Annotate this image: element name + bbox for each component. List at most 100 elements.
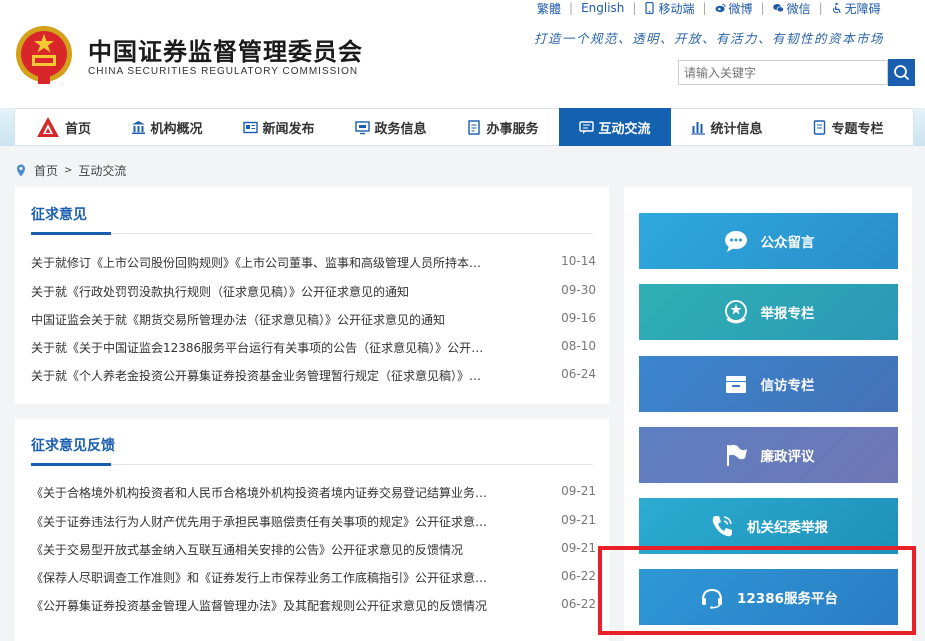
- nav-topics[interactable]: 专题专栏: [783, 109, 913, 145]
- breadcrumb: 首页 > 互动交流: [16, 162, 126, 179]
- monitor-icon: [355, 120, 371, 134]
- nav-interaction-label: 互动交流: [598, 121, 651, 137]
- list-item-title[interactable]: 《关于证券违法行为人财产优先用于承担民事赔偿责任有关事项的规定》公开征求意见的反…: [31, 513, 491, 530]
- report-column-button[interactable]: 举报专栏: [639, 284, 898, 340]
- list-item[interactable]: 关于就《关于中国证监会12386服务平台运行有关事项的公告（征求意见稿）》公开征…: [31, 339, 596, 357]
- nav-news-label: 新闻发布: [262, 121, 315, 137]
- document-list-icon: [468, 119, 481, 135]
- nav-home-label: 首页: [64, 121, 91, 137]
- list-item-date: 09-21: [561, 513, 596, 527]
- top-links: 繁體 | English | 移动端 | 微博 | 微信 | 无障碍: [537, 0, 881, 17]
- list-item[interactable]: 关于就《行政处罚罚没款执行规则（征求意见稿）》公开征求意见的通知 09-30: [31, 283, 596, 301]
- english-link[interactable]: English: [581, 1, 624, 15]
- list-item-title[interactable]: 《保荐人尽职调查工作准则》和《证券发行上市保荐业务工作底稿指引》公开征求意见的反…: [31, 569, 491, 586]
- list-item-title[interactable]: 关于就《行政处罚罚没款执行规则（征求意见稿）》公开征求意见的通知: [31, 283, 491, 300]
- nav-gov-info-label: 政务信息: [374, 121, 427, 137]
- integrity-review-label: 廉政评议: [760, 449, 815, 465]
- integrity-review-button[interactable]: 廉政评议: [639, 427, 898, 483]
- list-item-title[interactable]: 关于就《个人养老金投资公开募集证券投资基金业务管理暂行规定（征求意见稿）》公开征…: [31, 367, 491, 384]
- list-item[interactable]: 关于就修订《上市公司股份回购规则》《上市公司董事、监事和高级管理人员所持本公司股…: [31, 254, 596, 272]
- newspaper-icon: [243, 121, 259, 133]
- site-subtitle: CHINA SECURITIES REGULATORY COMMISSION: [88, 66, 359, 77]
- list-item-title[interactable]: 《公开募集证券投资基金管理人监督管理办法》及其配套规则公开征求意见的反馈情况: [31, 597, 491, 614]
- slogan: 打造一个规范、透明、开放、有活力、有韧性的资本市场: [534, 31, 885, 46]
- file-icon: [814, 119, 826, 135]
- traditional-chinese-link[interactable]: 繁體: [537, 0, 561, 17]
- accessibility-label: 无障碍: [844, 1, 881, 16]
- list-item[interactable]: 关于就《个人养老金投资公开募集证券投资基金业务管理暂行规定（征求意见稿）》公开征…: [31, 367, 596, 385]
- mobile-icon: [645, 2, 655, 14]
- discipline-report-label: 机关纪委举报: [747, 520, 828, 536]
- list-item-date: 06-22: [561, 569, 596, 583]
- divider: [31, 464, 593, 465]
- mobile-link[interactable]: 移动端: [644, 0, 694, 17]
- report-column-label: 举报专栏: [760, 306, 815, 322]
- nav-gov-info[interactable]: 政务信息: [335, 109, 447, 145]
- inbox-icon: [725, 376, 746, 393]
- wechat-icon: [772, 3, 784, 13]
- divider: [31, 233, 593, 234]
- list-item-date: 09-30: [561, 283, 596, 297]
- petition-column-label: 信访专栏: [760, 378, 815, 394]
- breadcrumb-current[interactable]: 互动交流: [78, 162, 126, 179]
- site-header: 中国证券监督管理委员会 CHINA SECURITIES REGULATORY …: [0, 0, 925, 108]
- accessibility-link[interactable]: 无障碍: [831, 0, 881, 17]
- weibo-label: 微博: [728, 1, 753, 16]
- title-underline: [31, 463, 111, 466]
- list-item[interactable]: 《关于证券违法行为人财产优先用于承担民事赔偿责任有关事项的规定》公开征求意见的反…: [31, 513, 596, 531]
- title-underline: [31, 232, 111, 235]
- building-icon: [132, 120, 146, 134]
- list-item[interactable]: 《关于交易型开放式基金纳入互联互通相关安排的公告》公开征求意见的反馈情况 09-…: [31, 541, 596, 559]
- nav-services[interactable]: 办事服务: [447, 109, 559, 145]
- nav-services-label: 办事服务: [486, 121, 539, 137]
- petition-column-button[interactable]: 信访专栏: [639, 356, 898, 412]
- csrc-logo-icon: [36, 117, 59, 137]
- nav-about[interactable]: 机构概况: [111, 109, 223, 145]
- list-item-title[interactable]: 中国证监会关于就《期货交易所管理办法（征求意见稿）》公开征求意见的通知: [31, 311, 491, 328]
- search-button[interactable]: [888, 59, 915, 86]
- list-item[interactable]: 《关于合格境外机构投资者和人民币合格境外机构投资者境内证券交易登记结算业务实施细…: [31, 484, 596, 502]
- feedback-title[interactable]: 征求意见反馈: [31, 435, 115, 455]
- list-item-title[interactable]: 《关于交易型开放式基金纳入互联互通相关安排的公告》公开征求意见的反馈情况: [31, 541, 491, 558]
- list-item-date: 10-14: [561, 254, 596, 268]
- list-item-title[interactable]: 关于就修订《上市公司股份回购规则》《上市公司董事、监事和高级管理人员所持本公司股…: [31, 254, 491, 271]
- list-item-title[interactable]: 关于就《关于中国证监会12386服务平台运行有关事项的公告（征求意见稿）》公开征…: [31, 339, 491, 356]
- wechat-label: 微信: [786, 1, 811, 16]
- list-item-date: 09-21: [561, 484, 596, 498]
- mobile-label: 移动端: [658, 1, 695, 16]
- solicit-panel: 征求意见 关于就修订《上市公司股份回购规则》《上市公司董事、监事和高级管理人员所…: [15, 187, 609, 404]
- list-item[interactable]: 中国证监会关于就《期货交易所管理办法（征求意见稿）》公开征求意见的通知 09-1…: [31, 311, 596, 329]
- chat-icon: [579, 120, 595, 134]
- nav-news[interactable]: 新闻发布: [223, 109, 335, 145]
- public-message-button[interactable]: 公众留言: [639, 213, 898, 269]
- national-emblem-icon[interactable]: [14, 24, 74, 88]
- breadcrumb-separator: >: [64, 165, 73, 176]
- highlight-box: [598, 546, 916, 635]
- weibo-link[interactable]: 微博: [714, 0, 753, 17]
- list-item[interactable]: 《公开募集证券投资基金管理人监督管理办法》及其配套规则公开征求意见的反馈情况 0…: [31, 597, 596, 615]
- nav-interaction[interactable]: 互动交流: [559, 108, 671, 146]
- list-item[interactable]: 《保荐人尽职调查工作准则》和《证券发行上市保荐业务工作底稿指引》公开征求意见的反…: [31, 569, 596, 587]
- public-message-label: 公众留言: [760, 235, 815, 251]
- phone-icon: [712, 516, 732, 537]
- main-nav: 首页 机构概况 新闻发布 政务信息 办事服务 互动交流 统计信息 专题专栏: [14, 108, 914, 146]
- feedback-panel: 征求意见反馈 《关于合格境外机构投资者和人民币合格境外机构投资者境内证券交易登记…: [15, 419, 609, 641]
- list-item-date: 08-10: [561, 339, 596, 353]
- list-item-date: 09-21: [561, 541, 596, 555]
- breadcrumb-home[interactable]: 首页: [34, 162, 58, 179]
- wechat-link[interactable]: 微信: [772, 0, 811, 17]
- nav-statistics-label: 统计信息: [710, 121, 763, 137]
- weibo-icon: [714, 3, 726, 13]
- nav-about-label: 机构概况: [150, 121, 203, 137]
- nav-topics-label: 专题专栏: [831, 121, 884, 137]
- list-item-title[interactable]: 《关于合格境外机构投资者和人民币合格境外机构投资者境内证券交易登记结算业务实施细…: [31, 484, 491, 501]
- list-item-date: 06-24: [561, 367, 596, 381]
- search-icon: [894, 65, 910, 81]
- search-input[interactable]: [678, 60, 888, 85]
- solicit-title[interactable]: 征求意见: [31, 204, 87, 224]
- flag-icon: [726, 444, 747, 466]
- site-title[interactable]: 中国证券监督管理委员会: [88, 32, 363, 67]
- chat-bubble-icon: [724, 231, 747, 252]
- nav-statistics[interactable]: 统计信息: [671, 109, 783, 145]
- nav-home[interactable]: 首页: [15, 109, 111, 145]
